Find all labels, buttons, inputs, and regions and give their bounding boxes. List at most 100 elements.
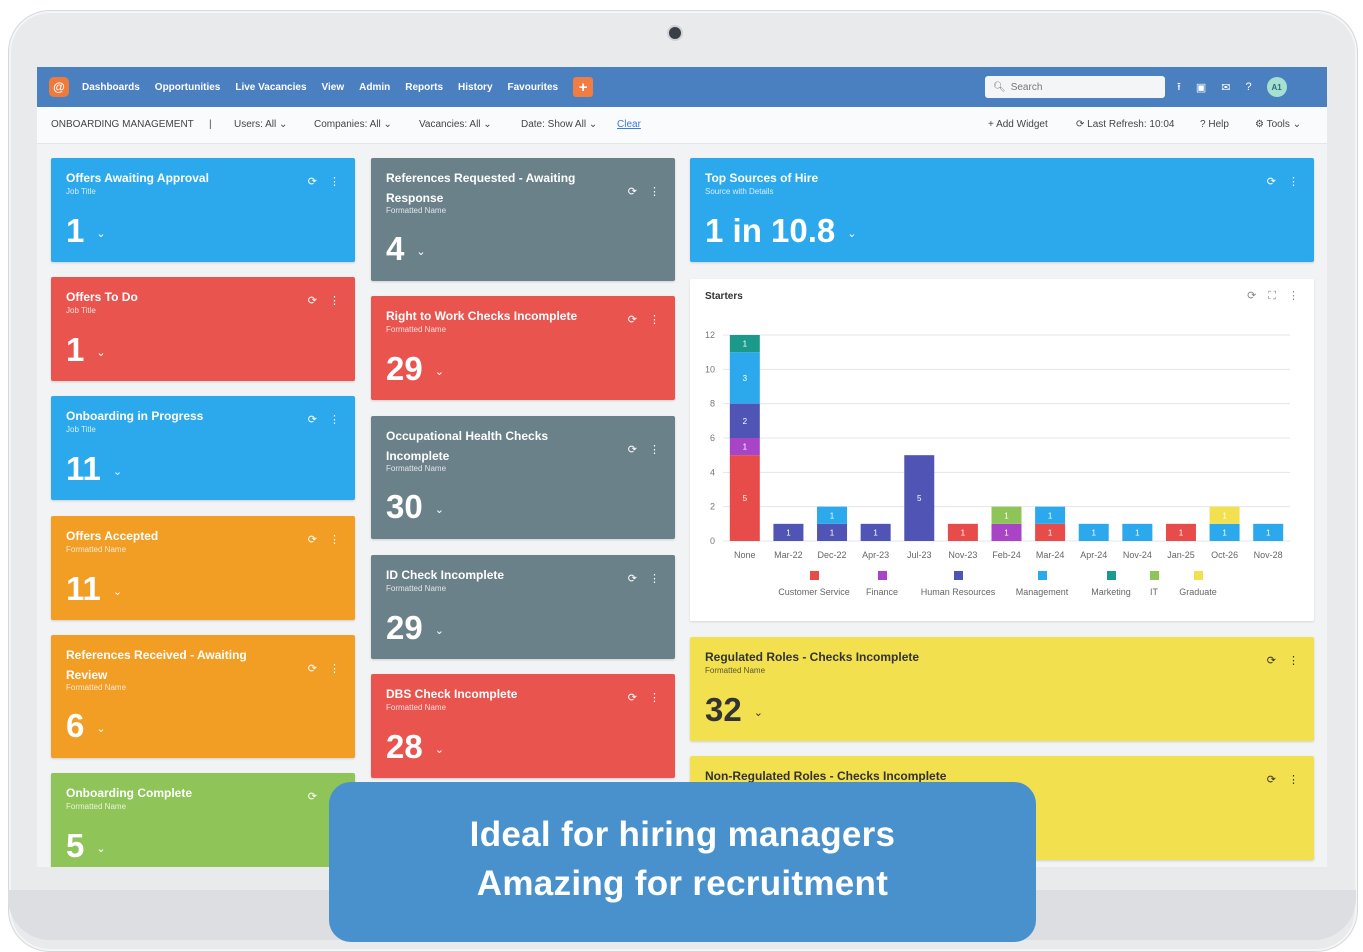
tile-value[interactable]: 1 ⌄ bbox=[66, 212, 106, 250]
tile-value[interactable]: 1 in 10.8 ⌄ bbox=[705, 212, 856, 250]
menu-icon[interactable]: ⋮ bbox=[649, 692, 660, 704]
add-button[interactable]: + bbox=[573, 77, 594, 97]
tile-value[interactable]: 29 ⌄ bbox=[386, 609, 444, 647]
refresh-icon[interactable]: ⟳ bbox=[1267, 655, 1276, 667]
help-button[interactable]: ? Help bbox=[1200, 119, 1229, 130]
data-label: 1 bbox=[830, 528, 835, 537]
menu-icon[interactable]: ⋮ bbox=[329, 414, 340, 426]
mail-icon[interactable]: ✉ bbox=[1221, 81, 1230, 94]
dbs-check-tile[interactable]: DBS Check Incomplete Formatted Name 28 ⌄ … bbox=[371, 674, 675, 778]
refresh-icon[interactable]: ⟳ bbox=[628, 573, 637, 585]
offers-accepted-tile[interactable]: Offers Accepted Formatted Name 11 ⌄ ⟳ ⋮ bbox=[51, 516, 355, 620]
refresh-icon[interactable]: ⟳ bbox=[308, 295, 317, 307]
menu-icon[interactable]: ⋮ bbox=[649, 314, 660, 326]
references-requested-tile[interactable]: References Requested - Awaiting Response … bbox=[371, 158, 675, 281]
calendar-icon[interactable]: ▣ bbox=[1196, 81, 1206, 94]
menu-icon[interactable]: ⋮ bbox=[649, 573, 660, 585]
menu-icon[interactable]: ⋮ bbox=[1288, 774, 1299, 786]
tile-value[interactable]: 5 ⌄ bbox=[66, 827, 106, 865]
refresh-icon[interactable]: ⟳ bbox=[628, 692, 637, 704]
offers-to-do-tile[interactable]: Offers To Do Job Title 1 ⌄ ⟳ ⋮ bbox=[51, 277, 355, 381]
tile-value[interactable]: 1 ⌄ bbox=[66, 331, 106, 369]
avatar[interactable]: A1 bbox=[1266, 77, 1287, 97]
menu-icon[interactable]: ⋮ bbox=[1288, 655, 1299, 667]
app-logo-icon[interactable]: @ bbox=[49, 77, 69, 97]
menu-icon[interactable]: ⋮ bbox=[329, 176, 340, 188]
tile-subtitle: Formatted Name bbox=[386, 703, 447, 712]
tile-value[interactable]: 32 ⌄ bbox=[705, 691, 763, 729]
refresh-icon[interactable]: ⟳ bbox=[628, 186, 637, 198]
data-label: 1 bbox=[873, 528, 878, 537]
tile-subtitle: Formatted Name bbox=[386, 206, 447, 215]
companies-filter[interactable]: Companies: All ⌄ bbox=[314, 119, 392, 130]
right-to-work-tile[interactable]: Right to Work Checks Incomplete Formatte… bbox=[371, 296, 675, 400]
menu-icon[interactable]: ⋮ bbox=[329, 534, 340, 546]
chevron-down-icon: ⌄ bbox=[434, 743, 444, 756]
refresh-icon[interactable]: ⟳ bbox=[1267, 774, 1276, 786]
tile-value[interactable]: 4 ⌄ bbox=[386, 230, 426, 268]
add-widget-button[interactable]: + Add Widget bbox=[988, 119, 1048, 130]
filter-bar: ONBOARDING MANAGEMENT | Users: All ⌄ Com… bbox=[37, 107, 1327, 144]
nav-dashboards[interactable]: Dashboards bbox=[82, 82, 140, 93]
nav-admin[interactable]: Admin bbox=[359, 82, 390, 93]
tile-value[interactable]: 11 ⌄ bbox=[66, 450, 122, 488]
menu-icon[interactable]: ⋮ bbox=[329, 663, 340, 675]
app-screen: @ Dashboards Opportunities Live Vacancie… bbox=[37, 67, 1327, 867]
nav-history[interactable]: History bbox=[458, 82, 492, 93]
chevron-down-icon: ⌄ bbox=[112, 465, 123, 478]
top-navigation-bar: @ Dashboards Opportunities Live Vacancie… bbox=[37, 67, 1327, 107]
refresh-icon[interactable]: ⟳ bbox=[628, 444, 637, 456]
tile-actions: ⟳⋮ bbox=[296, 294, 340, 307]
last-refresh-button[interactable]: ⟳ Last Refresh: 10:04 bbox=[1076, 119, 1174, 130]
tile-value[interactable]: 30 ⌄ bbox=[386, 488, 444, 526]
help-icon[interactable]: ? bbox=[1245, 81, 1251, 93]
refresh-icon[interactable]: ⟳ bbox=[308, 663, 317, 675]
nav-opportunities[interactable]: Opportunities bbox=[155, 82, 221, 93]
date-filter[interactable]: Date: Show All ⌄ bbox=[521, 119, 597, 130]
legend-label: IT bbox=[1150, 587, 1159, 597]
refresh-icon[interactable]: ⟳ bbox=[308, 534, 317, 546]
menu-icon[interactable]: ⋮ bbox=[649, 444, 660, 456]
references-received-tile[interactable]: References Received - Awaiting Review For… bbox=[51, 635, 355, 758]
nav-live-vacancies[interactable]: Live Vacancies bbox=[235, 82, 306, 93]
clear-filters-link[interactable]: Clear bbox=[617, 119, 641, 130]
data-label: 1 bbox=[1222, 511, 1227, 520]
upload-icon[interactable]: ⭱ bbox=[1177, 78, 1181, 97]
y-tick-label: 12 bbox=[705, 330, 715, 340]
refresh-icon[interactable]: ⟳ bbox=[1267, 176, 1276, 188]
data-label: 1 bbox=[1222, 528, 1227, 537]
nav-reports[interactable]: Reports bbox=[405, 82, 443, 93]
tile-title: References Requested - Awaiting Response bbox=[386, 171, 576, 205]
onboarding-in-progress-tile[interactable]: Onboarding in Progress Job Title 11 ⌄ ⟳ ⋮ bbox=[51, 396, 355, 500]
data-label: 1 bbox=[1092, 528, 1097, 537]
tile-value[interactable]: 11 ⌄ bbox=[66, 570, 122, 608]
tile-value[interactable]: 29 ⌄ bbox=[386, 350, 444, 388]
refresh-icon[interactable]: ⟳ bbox=[308, 414, 317, 426]
tools-menu[interactable]: ⚙ Tools ⌄ bbox=[1255, 119, 1301, 130]
search-input[interactable]: 🔍︎ Search bbox=[985, 76, 1165, 98]
menu-icon[interactable]: ⋮ bbox=[1288, 176, 1299, 188]
offers-awaiting-approval-tile[interactable]: Offers Awaiting Approval Job Title 1 ⌄ ⟳ ⋮ bbox=[51, 158, 355, 262]
nav-favourites[interactable]: Favourites bbox=[508, 82, 559, 93]
users-filter[interactable]: Users: All ⌄ bbox=[234, 119, 287, 130]
x-tick-label: None bbox=[734, 550, 756, 560]
menu-icon[interactable]: ⋮ bbox=[329, 295, 340, 307]
regulated-roles-tile[interactable]: Regulated Roles - Checks Incomplete Form… bbox=[690, 637, 1314, 741]
refresh-icon[interactable]: ⟳ bbox=[308, 791, 317, 803]
vacancies-filter[interactable]: Vacancies: All ⌄ bbox=[419, 119, 492, 130]
starters-bar-chart: 02468101251231None1Mar-2211Dec-221Apr-23… bbox=[705, 330, 1290, 597]
tile-actions: ⟳⋮ bbox=[616, 185, 660, 198]
refresh-icon[interactable]: ⟳ bbox=[628, 314, 637, 326]
nav-view[interactable]: View bbox=[322, 82, 345, 93]
tile-value[interactable]: 28 ⌄ bbox=[386, 728, 444, 766]
legend-label: Customer Service bbox=[778, 587, 850, 597]
tile-actions: ⟳⋮ bbox=[1255, 654, 1299, 667]
top-sources-of-hire-tile[interactable]: Top Sources of Hire Source with Details … bbox=[690, 158, 1314, 262]
menu-icon[interactable]: ⋮ bbox=[649, 186, 660, 198]
x-tick-label: Oct-26 bbox=[1211, 550, 1238, 560]
onboarding-complete-tile[interactable]: Onboarding Complete Formatted Name 5⌄ ⟳⋮ bbox=[51, 773, 355, 867]
id-check-tile[interactable]: ID Check Incomplete Formatted Name 29 ⌄ ⟳… bbox=[371, 555, 675, 659]
occupational-health-tile[interactable]: Occupational Health Checks Incomplete For… bbox=[371, 416, 675, 539]
tile-value[interactable]: 6 ⌄ bbox=[66, 707, 106, 745]
refresh-icon[interactable]: ⟳ bbox=[308, 176, 317, 188]
